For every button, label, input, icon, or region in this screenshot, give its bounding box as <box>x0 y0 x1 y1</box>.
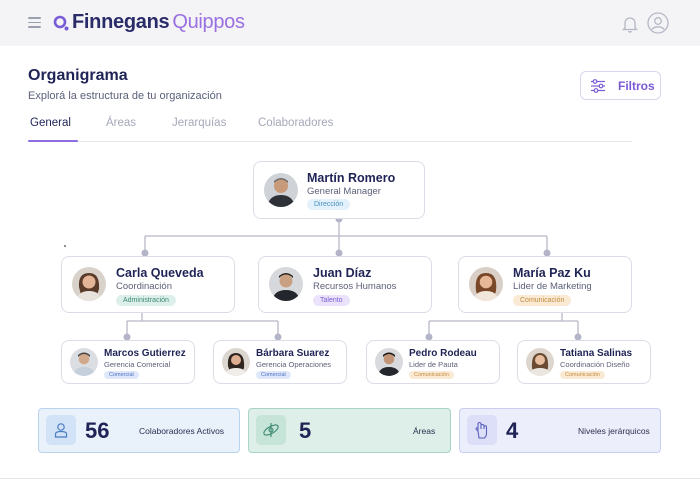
area-tag: Dirección <box>307 199 351 210</box>
app-logo[interactable]: Finnegans Quippos <box>53 11 245 34</box>
person-name: María Paz Ku <box>513 266 591 280</box>
person-role: Gerencia Comercial <box>104 360 171 369</box>
org-card-marcos[interactable]: Marcos Gutierrez Gerencia Comercial Come… <box>61 340 195 384</box>
brand-secondary: Quippos <box>172 11 245 33</box>
top-bar: Finnegans Quippos <box>0 0 700 46</box>
person-name: Carla Queveda <box>116 266 204 280</box>
stray-dot <box>64 245 66 247</box>
logo-search-icon <box>53 15 69 30</box>
org-card-pedro[interactable]: Pedro Rodeau Lider de Pauta Comunicación <box>366 340 500 384</box>
person-icon <box>46 415 76 445</box>
person-name: Pedro Rodeau <box>409 348 477 359</box>
person-name: Marcos Gutierrez <box>104 348 186 359</box>
person-photo-avatar <box>469 267 503 301</box>
area-tag: Comunicación <box>560 371 605 379</box>
stat-label: Áreas <box>413 426 436 436</box>
person-role: Lider de Marketing <box>513 281 592 292</box>
person-photo-avatar <box>269 267 303 301</box>
person-name: Tatiana Salinas <box>560 348 633 359</box>
org-card-barbara[interactable]: Bárbara Suarez Gerencia Operaciones Come… <box>213 340 347 384</box>
org-card-juan[interactable]: Juan Díaz Recursos Humanos Talento <box>258 256 432 313</box>
person-photo-avatar <box>375 348 403 376</box>
main-panel: Organigrama Explorá la estructura de tu … <box>0 46 700 479</box>
person-role: General Manager <box>307 186 381 197</box>
network-icon <box>256 415 286 445</box>
person-name: Bárbara Suarez <box>256 348 330 359</box>
person-role: Coordinación Diseño <box>560 360 630 369</box>
person-name: Martín Romero <box>307 171 396 185</box>
org-card-root[interactable]: Martín Romero General Manager Dirección <box>253 161 425 219</box>
stat-value: 56 <box>85 418 110 443</box>
org-card-maria[interactable]: María Paz Ku Lider de Marketing Comunica… <box>458 256 632 313</box>
person-role: Recursos Humanos <box>313 281 397 292</box>
area-tag: Comunicación <box>409 371 454 379</box>
hamburger-menu-icon[interactable] <box>28 17 41 28</box>
person-name: Juan Díaz <box>313 266 372 280</box>
person-role: Coordinación <box>116 281 172 292</box>
area-tag: Administración <box>116 295 176 306</box>
hand-icon <box>467 415 497 445</box>
person-role: Lider de Pauta <box>409 360 458 369</box>
person-photo-avatar <box>70 348 98 376</box>
stat-card-areas[interactable]: 5 Áreas <box>248 408 451 453</box>
person-photo-avatar <box>72 267 106 301</box>
stat-label: Colaboradores Activos <box>139 426 225 436</box>
org-card-tatiana[interactable]: Tatiana Salinas Coordinación Diseño Comu… <box>517 340 651 384</box>
person-photo-avatar <box>264 173 298 207</box>
area-tag: Comercial <box>104 371 139 379</box>
area-tag: Comercial <box>256 371 291 379</box>
bell-icon[interactable] <box>621 15 639 33</box>
stat-value: 5 <box>299 418 312 443</box>
stat-card-niveles[interactable]: 4 Niveles jerárquicos <box>459 408 661 453</box>
stat-label: Niveles jerárquicos <box>578 426 650 436</box>
person-photo-avatar <box>526 348 554 376</box>
area-tag: Comunicación <box>513 295 572 306</box>
org-card-carla[interactable]: Carla Queveda Coordinación Administració… <box>61 256 235 313</box>
stat-card-colaboradores[interactable]: 56 Colaboradores Activos <box>38 408 240 453</box>
person-role: Gerencia Operaciones <box>256 360 332 369</box>
user-avatar-icon[interactable] <box>647 12 669 34</box>
stat-value: 4 <box>506 418 519 443</box>
brand-primary: Finnegans <box>72 11 170 33</box>
person-photo-avatar <box>222 348 250 376</box>
area-tag: Talento <box>313 295 350 306</box>
